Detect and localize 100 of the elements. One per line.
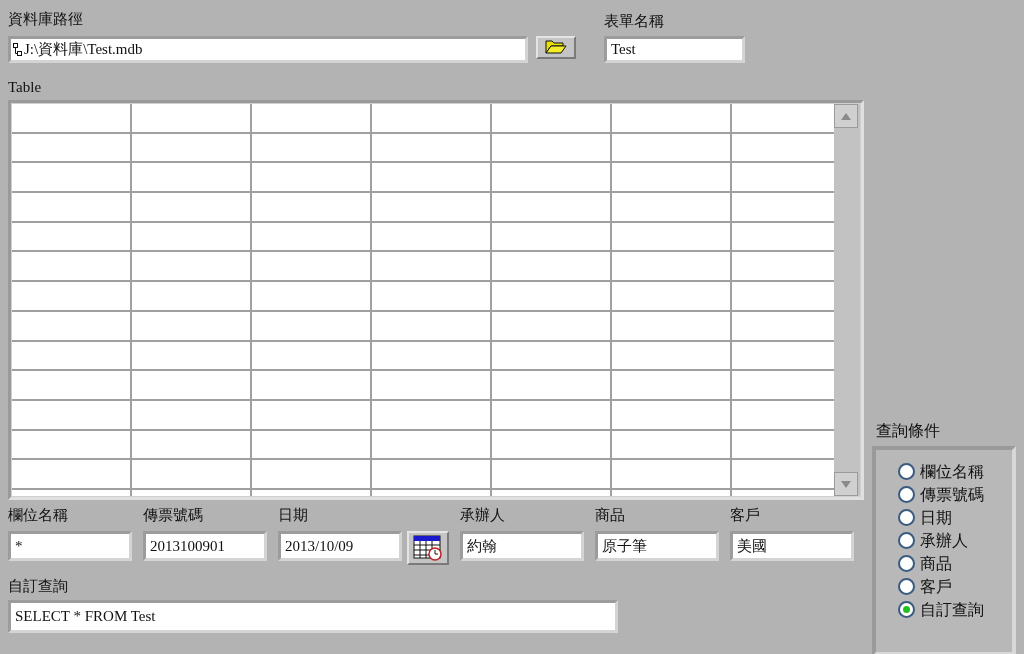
query-field[interactable]: SELECT * FROM Test: [8, 600, 618, 633]
table-cell[interactable]: [492, 163, 610, 192]
table-cell[interactable]: [132, 341, 250, 370]
table-cell[interactable]: [732, 104, 835, 132]
table-cell[interactable]: [492, 104, 610, 132]
table-cell[interactable]: [132, 133, 250, 162]
scroll-up-button[interactable]: [834, 104, 859, 128]
table-cell[interactable]: [372, 193, 490, 221]
text-field[interactable]: 原子筆: [595, 531, 719, 561]
table-cell[interactable]: [732, 311, 835, 340]
table-cell[interactable]: [612, 400, 730, 429]
table-cell[interactable]: [612, 341, 730, 370]
date-picker-button[interactable]: [407, 531, 449, 565]
table-cell[interactable]: [732, 341, 835, 370]
data-table[interactable]: [8, 100, 864, 500]
table-cell[interactable]: [612, 282, 730, 310]
scrollbar[interactable]: [834, 104, 860, 496]
table-cell[interactable]: [252, 430, 370, 459]
table-cell[interactable]: [12, 163, 130, 192]
table-cell[interactable]: [372, 133, 490, 162]
table-cell[interactable]: [372, 460, 490, 488]
table-cell[interactable]: [12, 341, 130, 370]
table-cell[interactable]: [252, 460, 370, 488]
table-cell[interactable]: [732, 430, 835, 459]
table-cell[interactable]: [372, 341, 490, 370]
text-field[interactable]: 美國: [730, 531, 854, 561]
table-cell[interactable]: [372, 252, 490, 281]
table-cell[interactable]: [12, 371, 130, 399]
table-cell[interactable]: [372, 371, 490, 399]
table-cell[interactable]: [12, 400, 130, 429]
table-cell[interactable]: [372, 282, 490, 310]
table-cell[interactable]: [12, 193, 130, 221]
table-cell[interactable]: [12, 222, 130, 251]
table-cell[interactable]: [12, 104, 130, 132]
table-cell[interactable]: [132, 222, 250, 251]
table-cell[interactable]: [492, 252, 610, 281]
radio-option[interactable]: 商品: [898, 552, 952, 575]
table-cell[interactable]: [492, 311, 610, 340]
table-cell[interactable]: [732, 163, 835, 192]
table-cell[interactable]: [252, 341, 370, 370]
table-cell[interactable]: [612, 193, 730, 221]
radio-option[interactable]: 客戶: [898, 575, 952, 598]
table-cell[interactable]: [612, 104, 730, 132]
text-field[interactable]: *: [8, 531, 132, 561]
table-cell[interactable]: [132, 311, 250, 340]
table-cell[interactable]: [12, 282, 130, 310]
table-cell[interactable]: [732, 193, 835, 221]
radio-option[interactable]: 欄位名稱: [898, 460, 984, 483]
table-cell[interactable]: [132, 163, 250, 192]
table-cell[interactable]: [492, 133, 610, 162]
path-field[interactable]: J:\資料庫\Test.mdb: [8, 36, 528, 63]
table-cell[interactable]: [252, 104, 370, 132]
scroll-down-button[interactable]: [834, 472, 859, 496]
table-cell[interactable]: [732, 133, 835, 162]
radio-option[interactable]: 自訂查詢: [898, 598, 984, 621]
table-cell[interactable]: [372, 430, 490, 459]
radio-option[interactable]: 承辦人: [898, 529, 968, 552]
table-cell[interactable]: [372, 311, 490, 340]
table-cell[interactable]: [732, 222, 835, 251]
table-cell[interactable]: [732, 371, 835, 399]
table-cell[interactable]: [132, 430, 250, 459]
table-cell[interactable]: [132, 282, 250, 310]
table-cell[interactable]: [612, 371, 730, 399]
form-name-field[interactable]: Test: [604, 36, 745, 63]
table-cell[interactable]: [492, 282, 610, 310]
table-cell[interactable]: [372, 400, 490, 429]
table-cell[interactable]: [132, 371, 250, 399]
table-cell[interactable]: [252, 222, 370, 251]
table-cell[interactable]: [12, 252, 130, 281]
table-cell[interactable]: [732, 460, 835, 488]
table-cell[interactable]: [492, 222, 610, 251]
radio-option[interactable]: 日期: [898, 506, 952, 529]
table-cell[interactable]: [492, 341, 610, 370]
table-cell[interactable]: [252, 133, 370, 162]
table-cell[interactable]: [132, 193, 250, 221]
date-field[interactable]: 2013/10/09: [278, 531, 402, 561]
table-cell[interactable]: [12, 430, 130, 459]
table-cell[interactable]: [252, 311, 370, 340]
table-cell[interactable]: [252, 193, 370, 221]
table-cell[interactable]: [372, 222, 490, 251]
table-cell[interactable]: [492, 430, 610, 459]
radio-option[interactable]: 傳票號碼: [898, 483, 984, 506]
table-cell[interactable]: [732, 282, 835, 310]
table-cell[interactable]: [612, 222, 730, 251]
table-cell[interactable]: [12, 311, 130, 340]
table-cell[interactable]: [732, 400, 835, 429]
table-cell[interactable]: [252, 163, 370, 192]
table-cell[interactable]: [732, 252, 835, 281]
table-cell[interactable]: [252, 400, 370, 429]
table-cell[interactable]: [252, 282, 370, 310]
table-cell[interactable]: [612, 430, 730, 459]
table-cell[interactable]: [612, 133, 730, 162]
table-cell[interactable]: [252, 371, 370, 399]
table-cell[interactable]: [132, 400, 250, 429]
table-cell[interactable]: [612, 311, 730, 340]
text-field[interactable]: 2013100901: [143, 531, 267, 561]
table-cell[interactable]: [252, 252, 370, 281]
table-cell[interactable]: [132, 460, 250, 488]
table-cell[interactable]: [372, 104, 490, 132]
table-cell[interactable]: [12, 460, 130, 488]
